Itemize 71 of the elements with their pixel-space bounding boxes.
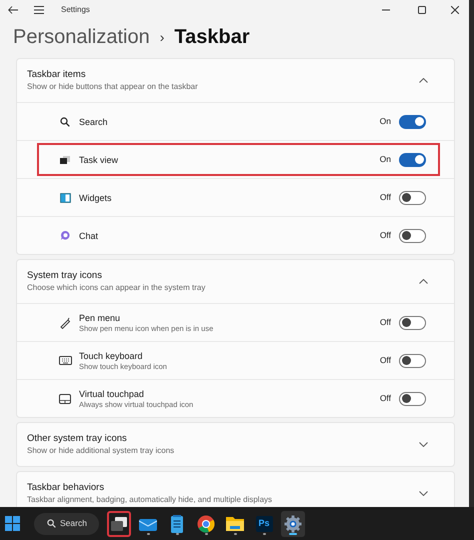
chat-bubble-icon [60, 230, 70, 241]
page-title: Taskbar [174, 25, 250, 50]
running-indicator [262, 532, 266, 534]
toggle-state-label: Off [380, 191, 391, 204]
section-header[interactable]: System tray icons Choose which icons can appear in the system tray [17, 260, 454, 303]
window-title: Settings [61, 4, 90, 16]
windows-logo-icon[interactable] [5, 516, 20, 531]
toggle-state-label: On [380, 115, 391, 128]
running-indicator [234, 532, 236, 534]
taskbar-app-button[interactable] [107, 510, 131, 536]
taskbar-search-box[interactable]: Search [34, 512, 99, 534]
section-subtitle: Show or hide buttons that appear on the taskbar [27, 81, 199, 92]
pen-icon [59, 316, 71, 328]
setting-label: Pen menu [79, 312, 122, 324]
toggle-state-label: Off [380, 316, 391, 329]
running-indicator [176, 532, 178, 534]
section-title: Other system tray icons [27, 433, 128, 445]
close-icon[interactable] [451, 6, 459, 14]
stacked-windows-icon [60, 156, 70, 164]
section-header[interactable]: Taskbar items Show or hide buttons that appear on the taskbar [17, 59, 454, 102]
toggle-state-label: Off [380, 229, 391, 242]
section-subtitle: Choose which icons can appear in the system tray [27, 282, 206, 293]
stacked-windows-icon [111, 516, 127, 530]
setting-label: Virtual touchpad [79, 388, 145, 400]
section-title: Taskbar behaviors [27, 482, 106, 494]
setting-label: Task view [79, 154, 120, 166]
toggle-switch[interactable] [399, 316, 426, 330]
taskbar-app-button[interactable] [281, 510, 305, 536]
chevron-up-icon[interactable] [419, 279, 428, 284]
chevron-down-icon[interactable] [419, 442, 428, 447]
toggle-switch[interactable] [399, 152, 426, 166]
keyboard-icon [58, 356, 72, 365]
chevron-down-icon[interactable] [419, 491, 428, 496]
taskbar-app-button[interactable]: Ps [252, 510, 276, 536]
running-indicator [146, 532, 150, 534]
toggle-state-label: Off [380, 392, 391, 405]
back-arrow-icon[interactable] [8, 6, 18, 14]
menu-icon[interactable] [34, 6, 44, 14]
section-title: System tray icons [27, 270, 103, 282]
section-title: Taskbar items [27, 69, 87, 81]
toggle-state-label: On [380, 153, 391, 166]
envelope-icon [139, 516, 157, 530]
toggle-switch[interactable] [399, 354, 426, 368]
section-subtitle: Taskbar alignment, badging, automatically hide, and multiple displays [27, 494, 274, 505]
touchpad-icon [59, 394, 71, 404]
breadcrumb-link[interactable]: Personalization [13, 22, 150, 52]
widgets-icon [60, 192, 70, 202]
breadcrumb-separator: › [160, 28, 164, 46]
folder-icon [226, 516, 244, 531]
settings-icon [284, 514, 302, 532]
toggle-switch[interactable] [399, 228, 426, 242]
running-indicator [289, 532, 297, 534]
search-icon [47, 519, 56, 528]
maximize-icon[interactable] [418, 6, 426, 14]
setting-label: Touch keyboard [79, 350, 144, 362]
photoshop-icon: Ps [256, 516, 272, 532]
notepad-icon [170, 514, 184, 532]
toggle-switch[interactable] [399, 114, 426, 128]
toggle-switch[interactable] [399, 392, 426, 406]
setting-label: Chat [79, 230, 100, 242]
running-indicator [204, 532, 208, 534]
chrome-icon [197, 514, 215, 532]
search-icon [60, 116, 70, 126]
section-subtitle: Show or hide additional system tray icons [27, 445, 176, 456]
toggle-state-label: Off [380, 354, 391, 367]
section-header[interactable]: Taskbar behaviors Taskbar alignment, badging, automatically hide, and multiple displays [17, 472, 454, 507]
section-header[interactable]: Other system tray icons Show or hide additional system tray icons [17, 423, 454, 466]
setting-label: Widgets [79, 192, 113, 204]
chevron-up-icon[interactable] [419, 78, 428, 83]
setting-label: Search [79, 116, 109, 128]
toggle-switch[interactable] [399, 190, 426, 204]
